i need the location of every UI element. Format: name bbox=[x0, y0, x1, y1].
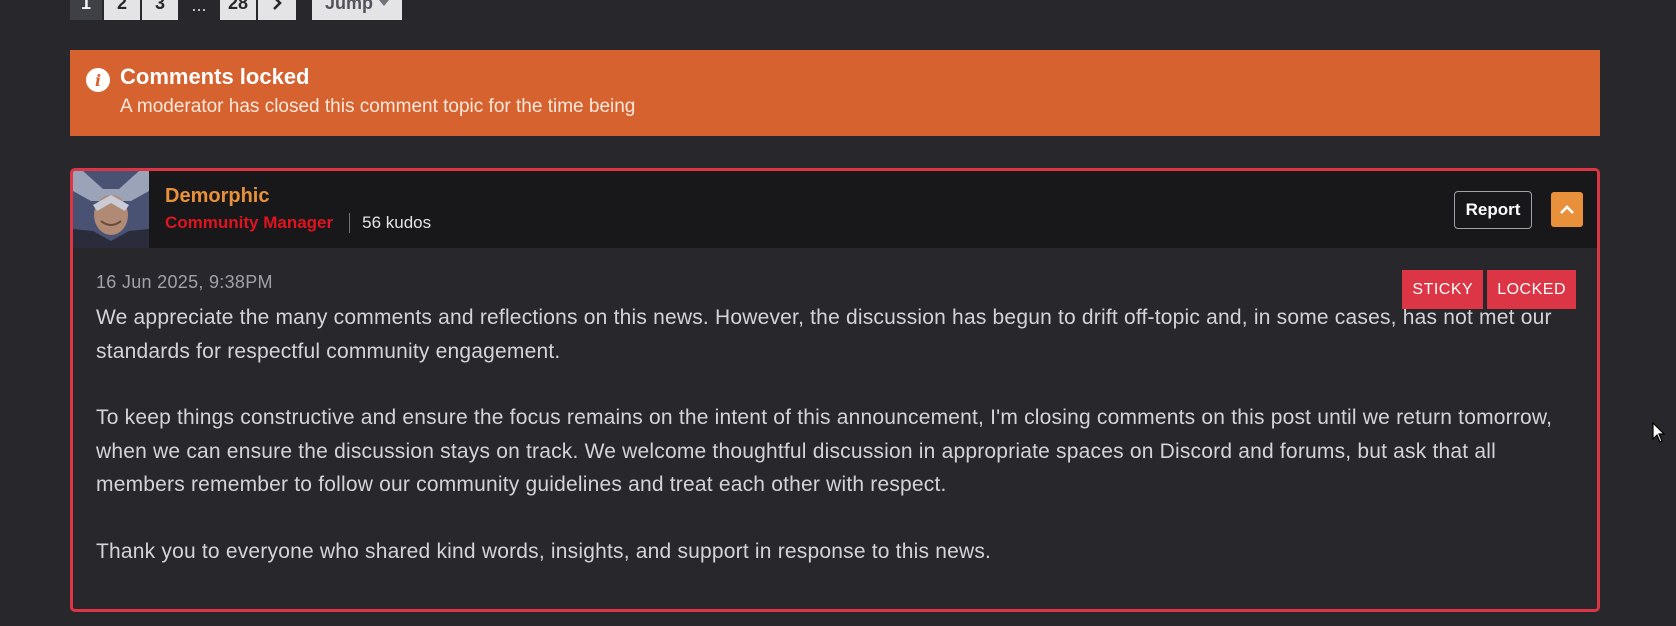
sticky-badge: STICKY bbox=[1402, 270, 1484, 309]
status-badges: STICKY LOCKED bbox=[1402, 270, 1576, 309]
next-page-button[interactable] bbox=[258, 0, 297, 20]
banner-text: A moderator has closed this comment topi… bbox=[120, 96, 636, 117]
page-button-3[interactable]: 3 bbox=[142, 0, 178, 20]
page-button-last[interactable]: 28 bbox=[220, 0, 257, 20]
page-button-1[interactable]: 1 bbox=[70, 0, 102, 20]
comments-locked-banner: i Comments locked A moderator has closed… bbox=[70, 50, 1600, 136]
comment-paragraph: To keep things constructive and ensure t… bbox=[96, 406, 1553, 496]
kudos-count: 56 kudos bbox=[362, 213, 432, 232]
info-icon: i bbox=[86, 68, 110, 92]
meta-divider bbox=[349, 213, 351, 233]
mouse-cursor-icon bbox=[1652, 422, 1666, 443]
comment-header: Demorphic Community Manager 56 kudos Rep… bbox=[73, 171, 1597, 248]
chevron-up-icon bbox=[1560, 204, 1574, 214]
author-role: Community Manager bbox=[165, 213, 334, 232]
report-button[interactable]: Report bbox=[1454, 191, 1532, 229]
comment-timestamp: 16 Jun 2025, 9:38PM bbox=[96, 272, 273, 292]
avatar-image bbox=[73, 171, 149, 248]
page-button-2[interactable]: 2 bbox=[104, 0, 140, 20]
jump-dropdown[interactable]: Jump bbox=[312, 0, 403, 20]
page: 1 2 3 ... 28 Jump i Comments locked A mo… bbox=[0, 0, 1676, 626]
comment-text: We appreciate the many comments and refl… bbox=[96, 301, 1576, 568]
author-meta: Community Manager 56 kudos bbox=[165, 213, 431, 233]
avatar[interactable] bbox=[73, 171, 149, 248]
locked-badge: LOCKED bbox=[1487, 270, 1576, 309]
comment-body: 16 Jun 2025, 9:38PM STICKY LOCKED We app… bbox=[73, 248, 1597, 568]
caret-down-icon bbox=[379, 0, 390, 6]
comment-paragraph: Thank you to everyone who shared kind wo… bbox=[96, 539, 992, 563]
author-name[interactable]: Demorphic bbox=[165, 185, 269, 208]
jump-label: Jump bbox=[325, 0, 374, 13]
banner-title: Comments locked bbox=[120, 64, 310, 89]
comment-paragraph: We appreciate the many comments and refl… bbox=[96, 306, 1552, 363]
comment-card: Demorphic Community Manager 56 kudos Rep… bbox=[70, 168, 1600, 612]
collapse-button[interactable] bbox=[1551, 192, 1583, 227]
pagination: 1 2 3 ... 28 Jump bbox=[70, 0, 403, 20]
page-ellipsis: ... bbox=[191, 0, 207, 15]
chevron-right-icon bbox=[273, 0, 282, 10]
